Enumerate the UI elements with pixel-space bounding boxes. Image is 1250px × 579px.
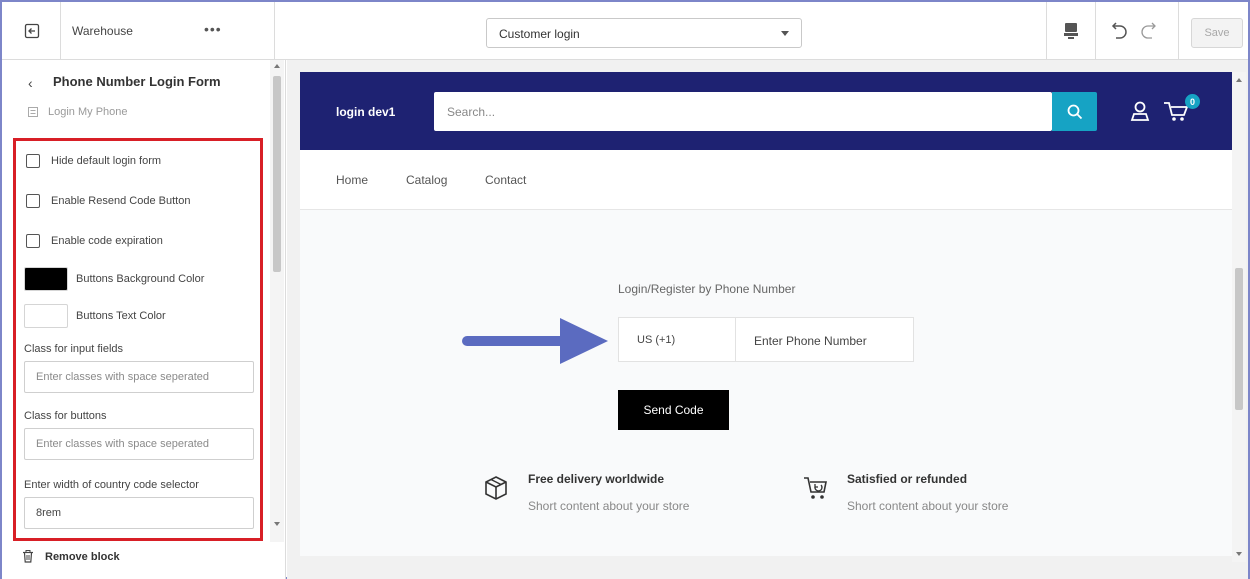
store-logo[interactable]: login dev1: [336, 105, 395, 119]
sidebar-scrollbar[interactable]: [270, 60, 284, 542]
block-subtitle: Login My Phone: [48, 106, 128, 118]
divider: [1095, 2, 1096, 60]
input-classes-field[interactable]: Enter classes with space seperated: [24, 361, 254, 393]
cart-count-badge: 0: [1185, 94, 1200, 109]
field-label: Class for input fields: [24, 343, 124, 355]
store-name: Warehouse: [72, 24, 133, 38]
highlighted-settings-box: Hide default login form Enable Resend Co…: [13, 138, 263, 541]
account-icon[interactable]: [1129, 100, 1151, 122]
checkbox[interactable]: [26, 234, 40, 248]
phone-placeholder: Enter Phone Number: [754, 334, 867, 348]
nav-link-contact[interactable]: Contact: [485, 173, 526, 187]
remove-block-label: Remove block: [45, 550, 120, 563]
exit-editor-button[interactable]: [12, 16, 52, 46]
scroll-down-icon[interactable]: [1236, 552, 1242, 556]
buttons-background-color-row[interactable]: Buttons Background Color: [24, 267, 204, 291]
divider: [274, 2, 275, 60]
button-classes-field[interactable]: Enter classes with space seperated: [24, 428, 254, 460]
back-button[interactable]: ‹: [28, 75, 33, 91]
field-label: Enter width of country code selector: [24, 479, 199, 491]
hide-default-login-checkbox-row[interactable]: Hide default login form: [26, 153, 161, 169]
country-code-select[interactable]: US (+1): [618, 317, 736, 362]
redo-icon[interactable]: [1138, 20, 1162, 42]
checkbox-label: Enable Resend Code Button: [51, 195, 191, 207]
buttons-text-color-row[interactable]: Buttons Text Color: [24, 304, 166, 328]
color-swatch-white[interactable]: [24, 304, 68, 328]
feature-text: Short content about your store: [528, 499, 690, 513]
store-search-button[interactable]: [1052, 92, 1097, 131]
feature-text: Short content about your store: [847, 499, 1009, 513]
editor-topbar: Warehouse ••• Customer login Save: [2, 2, 1248, 60]
store-nav: Home Catalog Contact: [300, 150, 1232, 210]
trash-icon: [23, 550, 33, 563]
exit-icon: [24, 23, 40, 39]
divider: [60, 2, 61, 60]
country-selector-width-field[interactable]: 8rem: [24, 497, 254, 529]
color-label: Buttons Background Color: [76, 273, 205, 285]
checkbox-label: Enable code expiration: [51, 235, 163, 247]
save-button[interactable]: Save: [1191, 18, 1243, 48]
store-header: login dev1 Search...: [300, 72, 1232, 150]
country-code-value: US (+1): [637, 334, 676, 346]
color-label: Buttons Text Color: [76, 310, 166, 322]
scrollbar-thumb[interactable]: [273, 76, 281, 272]
nav-link-catalog[interactable]: Catalog: [406, 173, 447, 187]
nav-link-home[interactable]: Home: [336, 173, 368, 187]
divider: [1178, 2, 1179, 60]
store-preview: login dev1 Search... 0 Home Catalog Cont…: [300, 72, 1232, 556]
phone-number-input[interactable]: Enter Phone Number: [736, 317, 914, 362]
color-swatch-black[interactable]: [24, 267, 68, 291]
checkbox[interactable]: [26, 194, 40, 208]
feature-title: Free delivery worldwide: [528, 472, 665, 486]
checkbox-label: Hide default login form: [51, 155, 162, 167]
more-actions-button[interactable]: •••: [204, 21, 222, 37]
editor-window: Warehouse ••• Customer login Save ‹ Phon…: [0, 0, 1250, 579]
remove-block-button[interactable]: Remove block: [22, 550, 120, 563]
right-arrow-icon: [462, 318, 608, 364]
undo-icon[interactable]: [1106, 20, 1130, 42]
page-template-value: Customer login: [499, 27, 580, 41]
inspector-toggle-icon[interactable]: [1060, 20, 1082, 42]
scrollbar-thumb[interactable]: [1235, 268, 1243, 410]
scroll-up-icon[interactable]: [1236, 78, 1242, 82]
app-block-icon: [28, 107, 38, 117]
checkbox[interactable]: [26, 154, 40, 168]
preview-scrollbar[interactable]: [1232, 72, 1246, 562]
cart-return-icon: [804, 477, 827, 499]
send-code-button[interactable]: Send Code: [618, 390, 729, 430]
field-label: Class for buttons: [24, 410, 107, 422]
scroll-down-icon[interactable]: [274, 522, 280, 526]
search-icon: [1067, 104, 1082, 119]
package-icon: [485, 476, 507, 500]
divider: [1046, 2, 1047, 60]
store-search-input[interactable]: Search...: [434, 92, 1052, 131]
block-title: Phone Number Login Form: [53, 74, 221, 89]
feature-title: Satisfied or refunded: [847, 472, 968, 486]
enable-code-expiration-checkbox-row[interactable]: Enable code expiration: [26, 233, 163, 249]
block-settings-sidebar: ‹ Phone Number Login Form Login My Phone…: [2, 60, 286, 579]
search-placeholder: Search...: [447, 105, 496, 119]
page-template-select[interactable]: Customer login: [486, 18, 802, 48]
scroll-up-icon[interactable]: [274, 64, 280, 68]
enable-resend-code-checkbox-row[interactable]: Enable Resend Code Button: [26, 193, 190, 209]
login-form-title: Login/Register by Phone Number: [618, 282, 796, 296]
chevron-down-icon: [781, 31, 789, 36]
